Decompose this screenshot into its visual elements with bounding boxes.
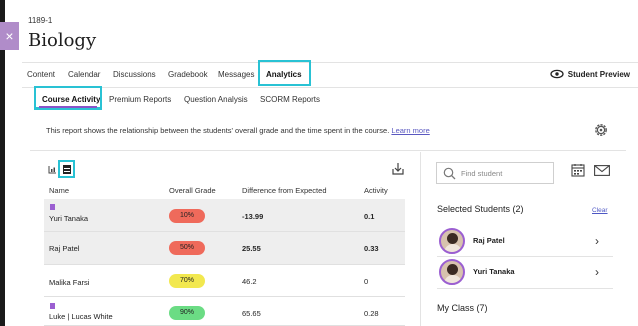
tab-premium-reports[interactable]: Premium Reports	[109, 95, 171, 104]
student-name[interactable]: Malika Farsi	[49, 278, 89, 287]
eye-icon	[550, 69, 564, 79]
student-name[interactable]: Luke | Lucas White	[49, 312, 113, 321]
bookmark-icon	[50, 204, 55, 210]
my-class-heading: My Class (7)	[437, 303, 488, 313]
grade-pill: 90%	[169, 306, 205, 320]
bookmark-icon	[50, 303, 55, 309]
student-name[interactable]: Yuri Tanaka	[49, 214, 88, 223]
difference-value: 25.55	[242, 244, 261, 253]
activity-value: 0.33	[364, 244, 379, 253]
course-id: 1189-1	[28, 16, 53, 25]
selected-student-name: Raj Patel	[473, 236, 505, 245]
table-row[interactable]: Luke | Lucas White 90% 65.65 0.28	[44, 297, 405, 326]
clear-link[interactable]: Clear	[592, 207, 608, 214]
learn-more-link[interactable]: Learn more	[391, 126, 429, 135]
table-row[interactable]: Malika Farsi 70% 46.2 0	[44, 265, 405, 297]
tab-discussions[interactable]: Discussions	[113, 70, 156, 79]
report-description: This report shows the relationship betwe…	[46, 126, 430, 135]
analytics-highlight	[258, 60, 311, 86]
calendar-icon[interactable]	[571, 163, 585, 177]
download-icon[interactable]	[391, 162, 405, 176]
panel-divider	[420, 152, 421, 326]
difference-value: 46.2	[242, 277, 257, 286]
student-name[interactable]: Raj Patel	[49, 244, 79, 253]
tab-calendar[interactable]: Calendar	[68, 70, 100, 79]
column-header-activity[interactable]: Activity	[364, 186, 388, 195]
column-header-grade[interactable]: Overall Grade	[169, 186, 216, 195]
selected-students-heading: Selected Students (2)	[437, 204, 524, 214]
grade-pill: 10%	[169, 209, 205, 223]
student-preview-label: Student Preview	[567, 69, 630, 79]
grade-pill: 50%	[169, 241, 205, 255]
selected-student-name: Yuri Tanaka	[473, 267, 515, 276]
activity-value: 0.28	[364, 309, 379, 318]
selected-student-item[interactable]: Raj Patel ›	[437, 226, 613, 256]
chevron-right-icon: ›	[595, 234, 599, 248]
gear-icon[interactable]	[593, 122, 609, 138]
avatar	[439, 259, 465, 285]
find-student-field[interactable]: Find student	[436, 162, 554, 184]
description-text: This report shows the relationship betwe…	[46, 126, 390, 135]
divider	[437, 288, 613, 289]
mail-icon[interactable]	[594, 165, 610, 176]
selected-student-item[interactable]: Yuri Tanaka ›	[437, 257, 613, 287]
table-row[interactable]: Yuri Tanaka 10% -13.99 0.1	[44, 199, 405, 232]
chevron-right-icon: ›	[595, 265, 599, 279]
analytics-subnav: Course Activity Premium Reports Question…	[30, 86, 430, 112]
table-row[interactable]: Raj Patel 50% 25.55 0.33	[44, 232, 405, 265]
table-view-toggle[interactable]	[58, 160, 75, 178]
search-placeholder: Find student	[461, 169, 503, 178]
column-header-difference[interactable]: Difference from Expected	[242, 186, 327, 195]
student-preview-button[interactable]: Student Preview	[550, 69, 630, 79]
page-title: Biology	[28, 30, 97, 51]
course-nav: Content Calendar Discussions Gradebook M…	[22, 60, 638, 88]
avatar	[439, 228, 465, 254]
column-header-name[interactable]: Name	[49, 186, 69, 195]
close-icon[interactable]: ×	[0, 22, 19, 50]
tab-question-analysis[interactable]: Question Analysis	[184, 95, 248, 104]
tab-messages[interactable]: Messages	[218, 70, 254, 79]
difference-value: 65.65	[242, 309, 261, 318]
activity-value: 0.1	[364, 212, 375, 221]
tab-scorm-reports[interactable]: SCORM Reports	[260, 95, 320, 104]
activity-value: 0	[364, 277, 369, 286]
tab-content[interactable]: Content	[27, 70, 55, 79]
chart-view-icon[interactable]	[48, 166, 56, 174]
course-activity-highlight	[34, 86, 102, 110]
difference-value: -13.99	[242, 212, 264, 221]
search-icon	[443, 167, 456, 180]
grade-pill: 70%	[169, 274, 205, 288]
tab-gradebook[interactable]: Gradebook	[168, 70, 208, 79]
list-icon	[63, 165, 71, 174]
